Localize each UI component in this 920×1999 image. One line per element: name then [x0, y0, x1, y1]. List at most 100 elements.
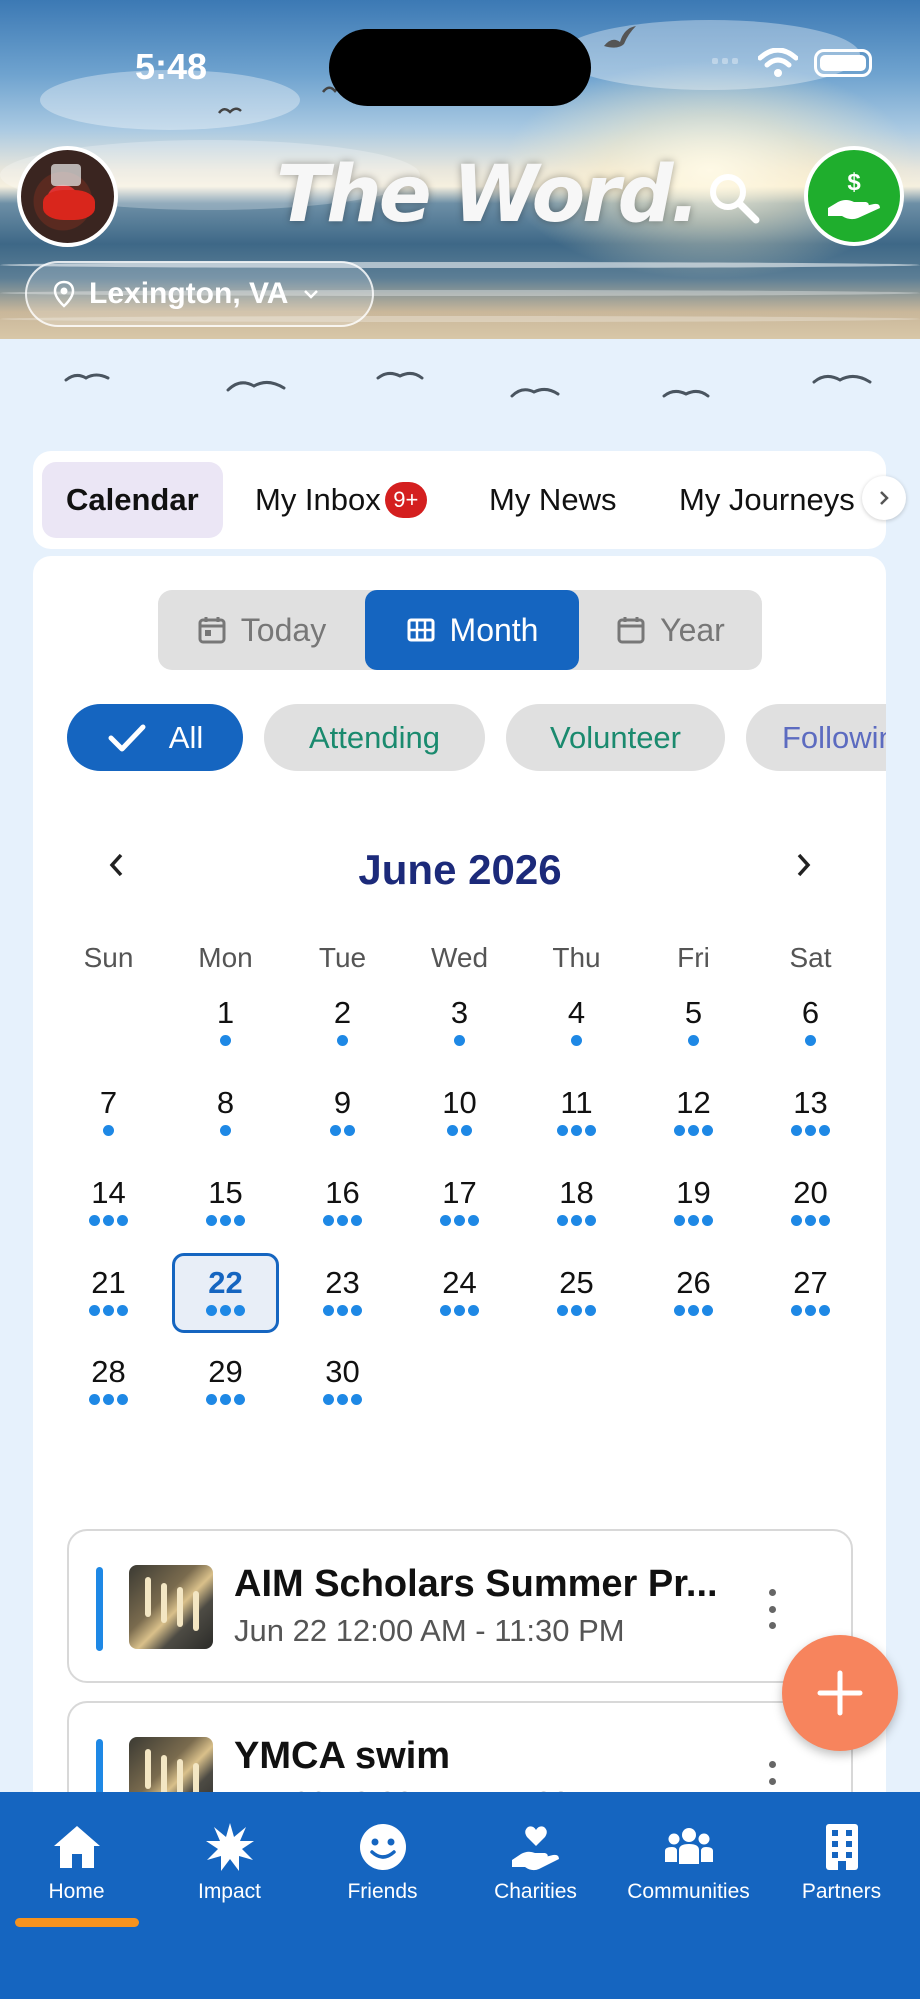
event-dot [206, 1215, 217, 1226]
calendar-day-16[interactable]: 16 [284, 1173, 401, 1227]
calendar-day-30[interactable]: 30 [284, 1352, 401, 1406]
nav-label: Impact [197, 1880, 262, 1903]
calendar-day-21[interactable]: 21 [50, 1263, 167, 1317]
nav-partners[interactable]: Partners [765, 1820, 918, 1904]
calendar-day-25[interactable]: 25 [518, 1263, 635, 1317]
tab-my-journeys[interactable]: My Journeys [679, 462, 879, 538]
chevron-down-icon [304, 290, 319, 299]
event-dot [220, 1394, 231, 1405]
event-dot [571, 1305, 582, 1316]
filter-attending-chip[interactable]: Attending [264, 704, 485, 771]
wifi-icon [758, 48, 798, 77]
event-dot [688, 1125, 699, 1136]
event-dot [791, 1305, 802, 1316]
calendar-day-6[interactable]: 6 [752, 993, 869, 1047]
calendar-day-3[interactable]: 3 [401, 993, 518, 1047]
calendar-day-17[interactable]: 17 [401, 1173, 518, 1227]
filter-following-chip[interactable]: Following [746, 704, 886, 771]
day-number: 6 [801, 995, 820, 1030]
calendar-day-13[interactable]: 13 [752, 1083, 869, 1137]
event-dots [284, 1035, 401, 1047]
day-number: 24 [442, 1265, 477, 1300]
view-month-button[interactable]: Month [365, 590, 579, 670]
event-title: YMCA swim [234, 1735, 451, 1777]
event-dot [206, 1394, 217, 1405]
event-dot [791, 1215, 802, 1226]
filter-volunteer-chip[interactable]: Volunteer [506, 704, 725, 771]
event-dot [819, 1305, 830, 1316]
calendar-day-15[interactable]: 15 [167, 1173, 284, 1227]
calendar-day-24[interactable]: 24 [401, 1263, 518, 1317]
nav-home[interactable]: Home [0, 1820, 153, 1904]
nav-label: Communities [627, 1880, 750, 1903]
calendar-day-11[interactable]: 11 [518, 1083, 635, 1137]
event-dot [89, 1394, 100, 1405]
location-selector[interactable]: Lexington, VA [25, 261, 374, 327]
filter-all-chip[interactable]: All [67, 704, 243, 771]
calendar-day-12[interactable]: 12 [635, 1083, 752, 1137]
view-today-button[interactable]: Today [158, 590, 365, 670]
hand-heart-icon [511, 1826, 559, 1871]
calendar-day-9[interactable]: 9 [284, 1083, 401, 1137]
building-icon [825, 1824, 858, 1870]
calendar-day-7[interactable]: 7 [50, 1083, 167, 1137]
calendar-day-27[interactable]: 27 [752, 1263, 869, 1317]
user-avatar[interactable] [17, 146, 118, 247]
event-dots [284, 1125, 401, 1137]
prev-month-button[interactable] [92, 840, 142, 890]
event-dot [447, 1125, 458, 1136]
calendar-day-23[interactable]: 23 [284, 1263, 401, 1317]
day-number: 19 [676, 1175, 711, 1210]
calendar-day-18[interactable]: 18 [518, 1173, 635, 1227]
filter-label: Following [782, 719, 886, 755]
event-dot [323, 1305, 334, 1316]
tab-my-inbox[interactable]: My Inbox 9+ [255, 462, 427, 538]
event-dot [220, 1125, 231, 1136]
search-icon[interactable] [706, 170, 762, 226]
event-dot [461, 1125, 472, 1136]
calendar-day-22[interactable]: 22 [167, 1253, 284, 1333]
calendar-day-8[interactable]: 8 [167, 1083, 284, 1137]
event-dot [702, 1305, 713, 1316]
calendar-day-4[interactable]: 4 [518, 993, 635, 1047]
calendar-day-1[interactable]: 1 [167, 993, 284, 1047]
day-number: 15 [208, 1175, 243, 1210]
calendar-day-28[interactable]: 28 [50, 1352, 167, 1406]
event-dot [805, 1125, 816, 1136]
more-vert-icon[interactable] [765, 1589, 779, 1629]
view-year-button[interactable]: Year [579, 590, 762, 670]
nav-friends[interactable]: Friends [306, 1820, 459, 1904]
day-number: 28 [91, 1354, 126, 1389]
calendar-day-26[interactable]: 26 [635, 1263, 752, 1317]
calendar-day-5[interactable]: 5 [635, 993, 752, 1047]
filter-label: All [168, 719, 204, 755]
tab-my-news[interactable]: My News [489, 462, 616, 538]
tabs-scroll-right-button[interactable] [862, 476, 906, 520]
nav-charities[interactable]: Charities [459, 1820, 612, 1904]
calendar-day-2[interactable]: 2 [284, 993, 401, 1047]
bottom-navigation: Home Impact Friends Charities Communitie… [0, 1792, 920, 1999]
next-month-button[interactable] [778, 840, 828, 890]
active-tab-indicator [15, 1918, 139, 1927]
calendar-day-20[interactable]: 20 [752, 1173, 869, 1227]
smiley-icon [359, 1824, 406, 1870]
calendar-day-19[interactable]: 19 [635, 1173, 752, 1227]
donate-button[interactable]: $ [804, 146, 904, 246]
calendar-day-29[interactable]: 29 [167, 1352, 284, 1406]
add-event-button[interactable] [782, 1635, 898, 1751]
burst-icon [205, 1823, 254, 1871]
nav-communities[interactable]: Communities [612, 1820, 765, 1904]
calendar-day-14[interactable]: 14 [50, 1173, 167, 1227]
calendar-day-10[interactable]: 10 [401, 1083, 518, 1137]
plus-icon [817, 1670, 863, 1716]
event-dots [167, 1215, 284, 1227]
bird-icon [218, 107, 242, 114]
event-dot [103, 1305, 114, 1316]
nav-impact[interactable]: Impact [153, 1820, 306, 1904]
day-number: 13 [793, 1085, 828, 1120]
day-number: 2 [333, 995, 352, 1030]
event-card[interactable]: AIM Scholars Summer Pr... Jun 22 12:00 A… [67, 1529, 853, 1683]
view-month-label: Month [449, 611, 539, 648]
tab-calendar[interactable]: Calendar [42, 462, 223, 538]
event-dot [220, 1305, 231, 1316]
